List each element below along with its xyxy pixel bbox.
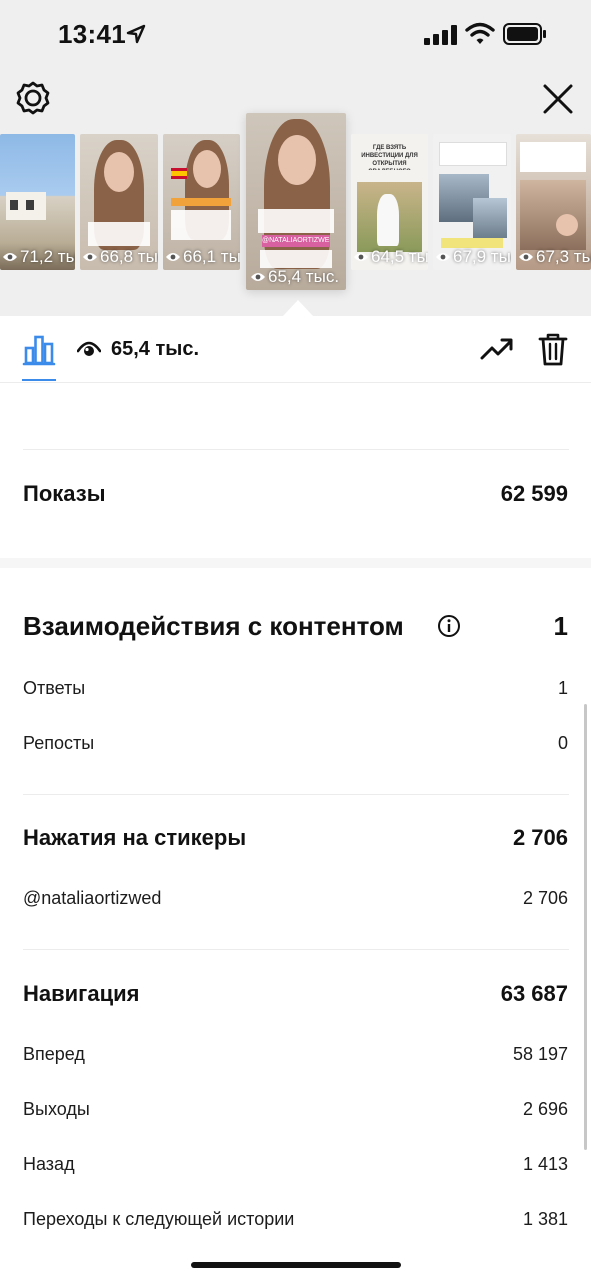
sticker-taps-label: Нажатия на стикеры [23,825,247,850]
eye-icon [251,273,265,281]
divider [23,449,569,450]
info-icon[interactable] [437,614,461,638]
close-icon[interactable] [541,82,575,116]
story-thumbnail[interactable]: 71,2 тыс. [0,134,75,270]
story-views: 65,4 тыс. [250,267,339,287]
bar-chart-icon[interactable] [22,334,56,366]
insights-toolbar: 65,4 тыс. [0,316,591,383]
exits-label: Выходы [23,1099,90,1119]
story-thumbnail[interactable]: ГДЕ ВЗЯТЬ ИНВЕСТИЦИИ ДЛЯ ОТКРЫТИЯ СВАДЕБ… [351,134,428,270]
reposts-value: 0 [557,733,568,753]
mention-sticker: @NATALIAORTIZWED [262,235,330,247]
trash-icon[interactable] [538,332,568,366]
interactions-value: 1 [553,611,568,641]
exits-value: 2 696 [522,1099,568,1119]
eye-icon [3,253,17,261]
back-value: 1 413 [522,1154,568,1174]
eye-icon [166,253,180,261]
story-views: 66,8 тыс. [82,247,158,267]
location-arrow-icon [126,24,146,44]
forward-label: Вперед [23,1044,85,1064]
status-bar: 13:41 [0,0,591,70]
story-views: 71,2 тыс. [2,247,75,267]
active-tab-indicator [22,379,56,381]
impressions-value: 62 599 [500,481,568,506]
forward-value: 58 197 [512,1044,568,1064]
back-label: Назад [23,1154,75,1174]
interactions-label: Взаимодействия с контентом [23,611,404,641]
story-thumbnail-selected[interactable]: @NATALIAORTIZWED 65,4 тыс. [246,113,346,290]
story-thumbnail[interactable]: 67,3 тыс. [516,134,591,270]
eye-icon [77,341,101,356]
impressions-label: Показы [23,481,106,506]
scrollbar[interactable] [584,704,587,1150]
status-time: 13:41 [58,19,126,49]
replies-label: Ответы [23,678,86,698]
settings-gear-icon[interactable] [15,80,51,116]
story-caption-title: ГДЕ ВЗЯТЬ ИНВЕСТИЦИИ ДЛЯ ОТКРЫТИЯ СВАДЕБ… [361,145,418,170]
eye-icon [519,253,533,261]
divider [23,794,569,795]
story-thumbnail[interactable]: 66,1 тыс. [163,134,240,270]
navigation-value: 63 687 [500,981,568,1006]
sticker-handle-value: 2 706 [522,888,568,908]
eye-icon [354,253,368,261]
cellular-signal-icon [424,25,457,45]
story-views: 67,3 тыс. [518,247,591,267]
navigation-label: Навигация [23,981,140,1006]
sticker-handle-label: @nataliaortizwed [23,888,162,908]
trending-up-icon[interactable] [480,336,514,362]
eye-icon [83,253,97,261]
section-separator [0,558,591,568]
selected-story-pointer [283,300,313,316]
replies-value: 1 [557,678,568,698]
story-views: 66,1 тыс. [165,247,240,267]
wifi-icon [465,22,495,44]
next-story-value: 1 381 [522,1209,568,1229]
divider [23,949,569,950]
sticker-taps-value: 2 706 [512,825,568,850]
next-story-label: Переходы к следующей истории [23,1209,295,1229]
story-thumbnail[interactable]: 67,9 тыс. [433,134,511,270]
reposts-label: Репосты [23,733,95,753]
story-thumbnail[interactable]: 66,8 тыс. [80,134,158,270]
eye-icon [436,253,450,261]
views-total: 65,4 тыс. [111,338,200,360]
story-views: 64,5 тыс. [353,247,428,267]
battery-icon [503,23,546,45]
story-views: 67,9 тыс. [435,247,511,267]
home-indicator[interactable] [191,1262,401,1268]
